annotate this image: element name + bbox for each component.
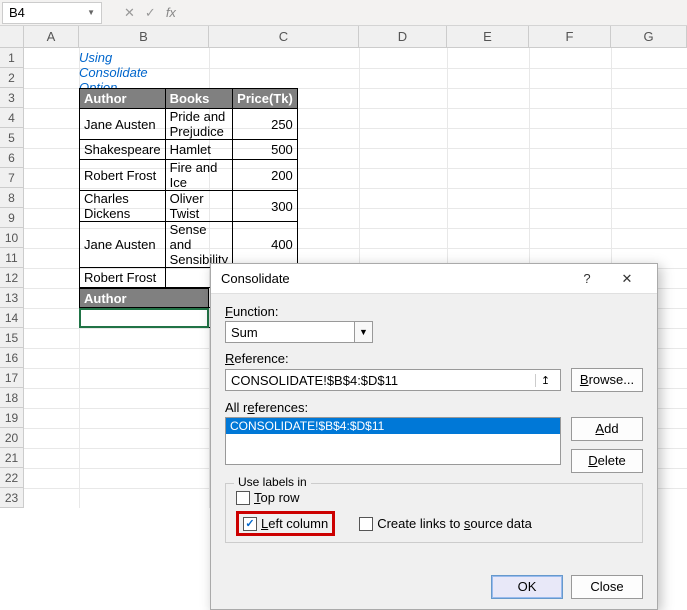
col-header-D[interactable]: D [359,26,447,48]
reference-label: Reference: [225,351,643,366]
row-header[interactable]: 4 [0,108,24,128]
row-header[interactable]: 22 [0,468,24,488]
all-references-list[interactable]: CONSOLIDATE!$B$4:$D$11 [225,417,561,465]
chevron-down-icon[interactable]: ▼ [355,321,373,343]
table-header-row: Author Books Price(Tk) [80,89,298,109]
result-header-author: Author [79,288,209,308]
browse-button[interactable]: Browse... [571,368,643,392]
row-header[interactable]: 1 [0,48,24,68]
function-label: Function: [225,304,643,319]
confirm-icon[interactable]: ✓ [145,5,156,21]
header-price: Price(Tk) [233,89,298,109]
reference-input[interactable]: CONSOLIDATE!$B$4:$D$11 ↥ [225,369,561,391]
header-books: Books [165,89,233,109]
allrefs-label: All references: [225,400,643,415]
row-header[interactable]: 13 [0,288,24,308]
top-row-checkbox[interactable]: Top row [236,490,300,505]
row-header[interactable]: 3 [0,88,24,108]
col-header-B[interactable]: B [79,26,209,48]
row-header[interactable]: 11 [0,248,24,268]
highlight-box: ✓ Left column [236,511,335,536]
row-header[interactable]: 18 [0,388,24,408]
consolidate-dialog: Consolidate ? ✕ Function: Sum ▼ Referenc… [210,263,658,610]
table-row: ShakespeareHamlet500 [80,140,298,160]
row-header[interactable]: 23 [0,488,24,508]
row-header[interactable]: 7 [0,168,24,188]
cancel-icon[interactable]: ✕ [124,5,135,21]
use-labels-label: Use labels in [234,475,311,489]
list-item[interactable]: CONSOLIDATE!$B$4:$D$11 [226,418,560,434]
table-row: Jane AustenSense and Sensibility400 [80,222,298,268]
table-row: Robert FrostFire and Ice200 [80,160,298,191]
col-header-F[interactable]: F [529,26,611,48]
left-column-checkbox[interactable]: ✓ Left column [243,516,328,531]
ok-button[interactable]: OK [491,575,563,599]
col-header-A[interactable]: A [24,26,79,48]
table-row: Charles DickensOliver Twist300 [80,191,298,222]
col-header-E[interactable]: E [447,26,529,48]
row-header[interactable]: 12 [0,268,24,288]
row-header[interactable]: 21 [0,448,24,468]
reference-value: CONSOLIDATE!$B$4:$D$11 [231,373,535,388]
name-box-value: B4 [9,5,25,20]
checkbox-checked-icon: ✓ [243,517,257,531]
row-header[interactable]: 10 [0,228,24,248]
row-header[interactable]: 5 [0,128,24,148]
header-author: Author [80,89,166,109]
col-header-G[interactable]: G [611,26,687,48]
row-header[interactable]: 14 [0,308,24,328]
close-button[interactable]: Close [571,575,643,599]
range-picker-icon[interactable]: ↥ [535,374,555,387]
delete-button[interactable]: Delete [571,449,643,473]
row-header[interactable]: 15 [0,328,24,348]
select-all-corner[interactable] [0,26,24,48]
function-select[interactable]: Sum [225,321,355,343]
col-header-C[interactable]: C [209,26,359,48]
row-header[interactable]: 16 [0,348,24,368]
checkbox-icon [359,517,373,531]
dialog-title: Consolidate [221,271,567,286]
row-header[interactable]: 9 [0,208,24,228]
name-box[interactable]: B4 ▼ [2,2,102,24]
row-header[interactable]: 8 [0,188,24,208]
add-button[interactable]: Add [571,417,643,441]
close-icon[interactable]: ✕ [607,271,647,287]
row-header[interactable]: 20 [0,428,24,448]
active-cell[interactable] [79,308,209,328]
row-header[interactable]: 2 [0,68,24,88]
fx-icon[interactable]: fx [166,5,176,20]
chevron-down-icon: ▼ [87,8,95,17]
create-links-checkbox[interactable]: Create links to source data [359,516,532,531]
row-header[interactable]: 6 [0,148,24,168]
row-header[interactable]: 19 [0,408,24,428]
help-icon[interactable]: ? [567,271,607,286]
row-header[interactable]: 17 [0,368,24,388]
checkbox-icon [236,491,250,505]
table-row: Jane AustenPride and Prejudice250 [80,109,298,140]
